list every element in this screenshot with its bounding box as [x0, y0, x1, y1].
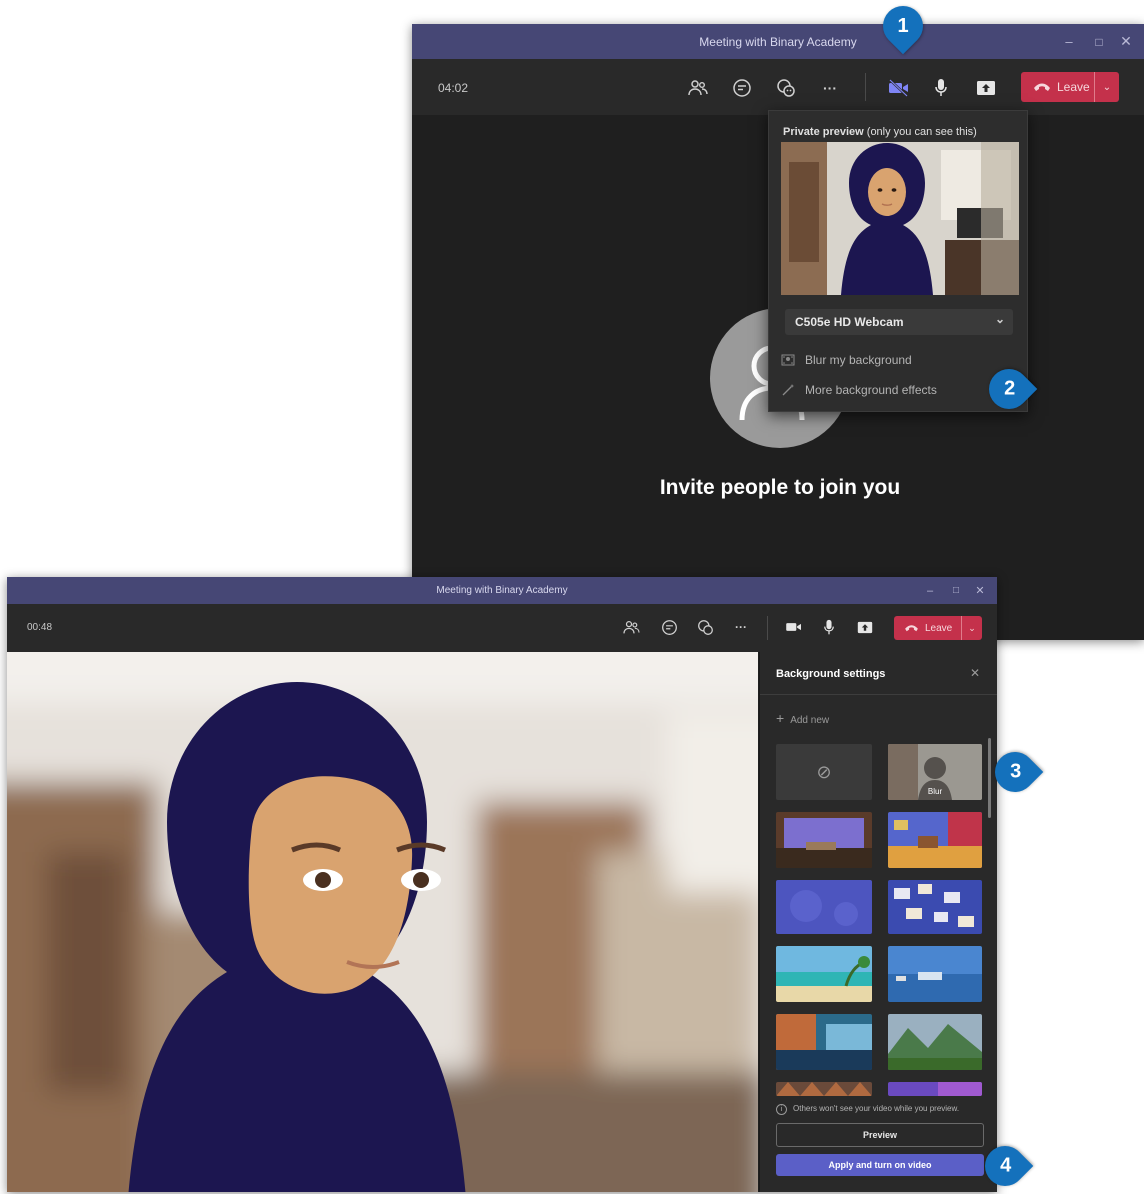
- share-icon[interactable]: [974, 77, 998, 99]
- meeting-timer: 04:02: [438, 81, 469, 95]
- close-window-icon[interactable]: ✕: [969, 584, 991, 597]
- camera-select[interactable]: C505e HD Webcam ⌄: [785, 309, 1013, 335]
- private-preview-video: [781, 142, 1019, 295]
- leave-label: Leave: [1057, 80, 1090, 94]
- top-meeting-window: Meeting with Binary Academy – □ ✕ 04:02 …: [412, 24, 1144, 640]
- reactions-icon[interactable]: [774, 77, 798, 99]
- meeting-toolbar: 04:02 ··· Leave ⌄: [412, 59, 1144, 115]
- close-icon[interactable]: ✕: [970, 666, 980, 680]
- share-icon[interactable]: [855, 618, 875, 636]
- maximize-icon[interactable]: □: [1084, 35, 1114, 49]
- blur-icon: [781, 353, 795, 370]
- background-thumbnail[interactable]: [888, 812, 982, 868]
- toolbar-divider: [767, 616, 768, 640]
- minimize-icon[interactable]: –: [917, 585, 943, 597]
- plus-icon: +: [776, 710, 785, 726]
- panel-divider: [760, 694, 997, 695]
- video-preview-stage: [7, 652, 758, 1192]
- add-new-button[interactable]: + Add new: [776, 710, 829, 726]
- background-thumbnail[interactable]: [888, 1014, 982, 1070]
- preview-info: i Others won't see your video while you p…: [776, 1104, 992, 1115]
- meeting-toolbar: 00:48 ··· Leave ⌄: [7, 604, 997, 652]
- info-icon: i: [776, 1104, 787, 1115]
- leave-button[interactable]: Leave ⌄: [1021, 72, 1119, 102]
- background-blur-option[interactable]: Blur: [888, 744, 982, 800]
- background-thumbnail[interactable]: [776, 812, 872, 868]
- window-controls: – □ ✕: [1054, 24, 1138, 59]
- camera-off-icon[interactable]: [886, 77, 912, 99]
- title-bar: Meeting with Binary Academy – □ ✕: [412, 24, 1144, 59]
- meeting-timer: 00:48: [27, 622, 53, 633]
- chevron-down-icon: ⌄: [994, 312, 1005, 326]
- mic-icon[interactable]: [930, 77, 952, 99]
- background-none-option[interactable]: ⊘: [776, 744, 872, 800]
- invite-text: Invite people to join you: [659, 476, 901, 499]
- preview-button[interactable]: Preview: [776, 1123, 984, 1147]
- more-icon[interactable]: ···: [731, 618, 751, 636]
- chat-icon[interactable]: [730, 77, 754, 99]
- phone-icon: [905, 625, 918, 632]
- window-title: Meeting with Binary Academy: [699, 34, 857, 49]
- people-icon[interactable]: [621, 618, 641, 636]
- mic-icon[interactable]: [819, 618, 839, 636]
- leave-label: Leave: [925, 622, 953, 634]
- window-controls: – □ ✕: [917, 577, 991, 604]
- panel-title: Background settings: [776, 668, 886, 680]
- camera-icon[interactable]: [783, 618, 805, 636]
- background-thumbnail[interactable]: [776, 1014, 872, 1070]
- leave-button[interactable]: Leave ⌄: [894, 616, 982, 640]
- window-title: Meeting with Binary Academy: [436, 585, 568, 596]
- reactions-icon[interactable]: [695, 618, 715, 636]
- toolbar-divider: [865, 73, 866, 101]
- background-thumbnail[interactable]: [776, 1082, 872, 1096]
- scrollbar[interactable]: [988, 738, 991, 818]
- maximize-icon[interactable]: □: [943, 585, 969, 596]
- background-settings-panel: Background settings ✕ + Add new ⊘ Blur i…: [759, 652, 997, 1192]
- apply-and-turn-on-video-button[interactable]: Apply and turn on video: [776, 1154, 984, 1176]
- people-icon[interactable]: [686, 77, 710, 99]
- magic-wand-icon: [781, 383, 795, 400]
- more-background-effects-option[interactable]: More background effects: [781, 381, 1011, 401]
- none-icon: ⊘: [816, 761, 832, 782]
- more-icon[interactable]: ···: [818, 77, 842, 99]
- title-bar: Meeting with Binary Academy – □ ✕: [7, 577, 997, 604]
- chevron-down-icon[interactable]: ⌄: [961, 616, 982, 640]
- close-window-icon[interactable]: ✕: [1114, 33, 1138, 50]
- blur-background-option[interactable]: Blur my background: [781, 351, 1011, 371]
- preview-title: Private preview (only you can see this): [783, 126, 977, 138]
- camera-preview-popup: Private preview (only you can see this) …: [768, 110, 1028, 412]
- background-thumbnail[interactable]: [888, 1082, 982, 1096]
- background-thumbnail[interactable]: [776, 880, 872, 934]
- chat-icon[interactable]: [659, 618, 679, 636]
- minimize-icon[interactable]: –: [1054, 34, 1084, 49]
- background-thumbnail[interactable]: [776, 946, 872, 1002]
- chevron-down-icon[interactable]: ⌄: [1094, 72, 1119, 102]
- background-thumbnail[interactable]: [888, 880, 982, 934]
- bottom-meeting-window: Meeting with Binary Academy – □ ✕ 00:48 …: [7, 577, 997, 1192]
- background-thumbnail[interactable]: [888, 946, 982, 1002]
- phone-icon: [1034, 83, 1050, 91]
